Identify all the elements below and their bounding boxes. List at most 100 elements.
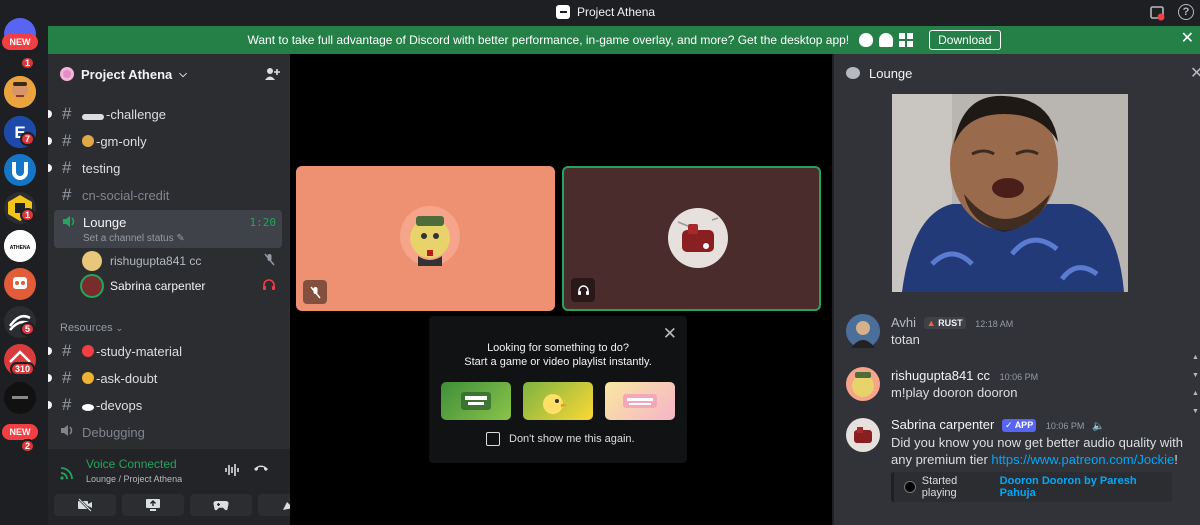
mention-badge: 1 — [20, 208, 36, 222]
deafened-icon — [262, 278, 276, 294]
server-icon-avatar[interactable] — [4, 76, 36, 108]
channel-emoji-icon — [82, 134, 94, 147]
role-tag: ▲ RUST — [923, 317, 966, 329]
android-icon[interactable] — [879, 33, 894, 47]
avatar[interactable] — [846, 367, 880, 401]
help-icon[interactable]: ? — [1178, 4, 1194, 20]
message-header: Avhi ▲ RUST 12:18 AM — [891, 315, 1013, 330]
signal-icon[interactable] — [60, 466, 74, 480]
message-author[interactable]: Sabrina carpenter — [891, 417, 994, 432]
dont-show-label: Don't show me this again. — [509, 433, 635, 445]
scroll-down-icon[interactable]: ▼ — [1192, 408, 1199, 415]
scroll-down-icon[interactable]: ▼ — [1192, 372, 1199, 379]
participant-tile[interactable] — [296, 166, 555, 311]
avatar[interactable] — [846, 418, 880, 452]
voice-user[interactable]: Sabrina carpenter — [82, 274, 282, 298]
scroll-up-icon[interactable]: ▲ — [1192, 390, 1199, 397]
noise-suppression-icon[interactable] — [224, 463, 240, 480]
channel-name: -devops — [96, 397, 143, 413]
title-bar: Project Athena ? — [0, 0, 1200, 26]
pencil-icon: ✎ — [176, 233, 185, 244]
server-icon-robot[interactable] — [4, 268, 36, 300]
channel-testing[interactable]: # testing — [48, 156, 290, 180]
apple-icon[interactable] — [859, 33, 874, 47]
channel-social-credit[interactable]: # cn-social-credit — [48, 183, 290, 207]
hash-icon: # — [62, 104, 72, 123]
banner-close-button[interactable]: ✕ — [1181, 31, 1194, 47]
channel-gm-only[interactable]: # -gm-only — [48, 129, 290, 153]
server-icon-dark[interactable] — [4, 382, 36, 414]
cloud-icon — [82, 403, 94, 411]
unread-dot — [48, 110, 52, 118]
channel-ask-doubt[interactable]: # -ask-doubt — [48, 366, 290, 390]
message-timestamp: 12:18 AM — [975, 319, 1014, 329]
hash-icon: # — [62, 341, 72, 360]
download-button[interactable]: Download — [929, 30, 1001, 50]
speaker-icon — [60, 424, 74, 440]
scroll-up-icon[interactable]: ▲ — [1192, 354, 1199, 361]
server-flower-icon — [60, 67, 74, 81]
windows-icon[interactable] — [899, 33, 914, 47]
muted-mic-icon — [303, 280, 327, 304]
voice-user-name: rishugupta841 cc — [110, 254, 202, 268]
bot-tag-label: APP — [1014, 420, 1034, 430]
unread-dot — [48, 374, 52, 382]
screen-share-button[interactable] — [122, 494, 184, 516]
embed-song-link[interactable]: Dooron Dooron by Paresh Pahuja — [1000, 475, 1172, 499]
app-title: Project Athena — [556, 5, 655, 19]
server-name: Project Athena — [81, 66, 173, 82]
channel-devops[interactable]: # -devops — [48, 393, 290, 417]
hash-icon: # — [62, 368, 72, 387]
camera-off-icon — [78, 498, 92, 512]
server-header[interactable]: Project Athena ⌵ — [48, 54, 290, 94]
channel-study-material[interactable]: # -study-material — [48, 339, 290, 363]
app-title-text: Project Athena — [577, 5, 656, 19]
invite-people-icon[interactable] — [264, 66, 280, 82]
message-author[interactable]: Avhi — [891, 315, 916, 330]
category-resources[interactable]: Resources ⌄ — [60, 322, 123, 334]
dont-show-checkbox[interactable] — [486, 432, 500, 446]
avatar[interactable] — [846, 314, 880, 348]
hash-icon: # — [62, 185, 72, 204]
server-icon-u[interactable] — [4, 154, 36, 186]
channel-name: -ask-doubt — [96, 370, 158, 386]
activity-thumbnail-chess[interactable] — [441, 382, 511, 420]
activity-button[interactable] — [190, 494, 252, 516]
message-header: rishugupta841 cc 10:06 PM — [891, 368, 1038, 383]
voice-channel-lounge[interactable]: Lounge 1:20 Set a channel status ✎ — [54, 210, 282, 248]
avatar — [400, 206, 460, 266]
scroll-arrows[interactable]: ▲ ▼ ▲ ▼ — [1192, 354, 1199, 474]
voice-connected-subtitle[interactable]: Lounge / Project Athena — [86, 474, 182, 484]
channel-emoji-icon — [82, 344, 94, 357]
message-text: totan — [891, 332, 920, 347]
server-icon-athena[interactable]: ATHENA — [4, 230, 36, 262]
unread-dot — [48, 347, 52, 355]
channel-debugging[interactable]: Debugging — [48, 420, 290, 444]
message-author[interactable]: rishugupta841 cc — [891, 368, 990, 383]
activity-thumbnail-duck[interactable] — [523, 382, 593, 420]
inbox-icon[interactable] — [1148, 4, 1166, 22]
camera-off-button[interactable] — [54, 494, 116, 516]
bot-tag: ✓ APP — [1001, 419, 1037, 432]
gamepad-icon — [213, 500, 229, 511]
activity-thumbnail-letter-league[interactable] — [605, 382, 675, 420]
channel-name: -gm-only — [96, 133, 147, 149]
embed-prefix: Started playing — [921, 475, 958, 499]
hash-icon: # — [62, 158, 72, 177]
close-icon[interactable]: ✕ — [663, 324, 677, 344]
muted-mic-icon — [263, 253, 276, 269]
screen-share-icon — [146, 499, 160, 511]
voice-user[interactable]: rishugupta841 cc — [82, 249, 282, 273]
activity-heading: Looking for something to do? — [487, 342, 629, 354]
unread-dot — [48, 137, 52, 145]
channel-name: -challenge — [106, 106, 166, 122]
channel-challenge[interactable]: # -challenge — [48, 102, 290, 126]
voice-user-name: Sabrina carpenter — [110, 279, 206, 293]
disconnect-icon[interactable] — [253, 461, 269, 478]
close-icon[interactable]: ✕ — [1190, 63, 1200, 83]
participant-tile-speaking[interactable] — [562, 166, 821, 311]
shared-image[interactable] — [892, 94, 1128, 292]
channel-status-button[interactable]: Set a channel status ✎ — [83, 233, 185, 244]
message-link[interactable]: https://www.patreon.com/Jockie — [991, 452, 1174, 467]
hash-icon: # — [62, 395, 72, 414]
